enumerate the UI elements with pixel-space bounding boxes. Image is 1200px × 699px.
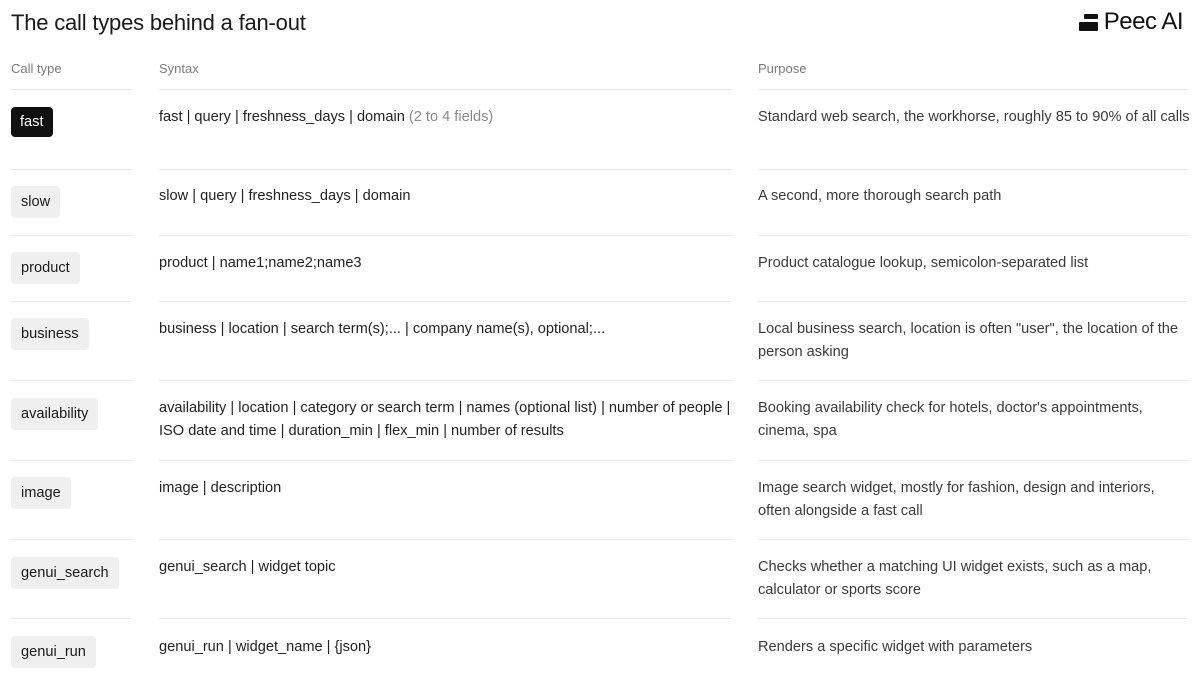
syntax-cell: genui_search | widget topic xyxy=(159,559,336,575)
header-syntax: Syntax xyxy=(159,61,199,76)
syntax-note: (2 to 4 fields) xyxy=(408,109,494,125)
purpose-cell: Standard web search, the workhorse, roug… xyxy=(758,109,1190,125)
call-type-badge: genui_search xyxy=(11,557,119,589)
call-type-badge: image xyxy=(11,477,71,509)
syntax-cell: slow | query | freshness_days | domain xyxy=(159,188,411,204)
call-type-badge: business xyxy=(11,318,89,350)
purpose-cell: Local business search, location is often… xyxy=(758,321,1179,360)
syntax-cell: product | name1;name2;name3 xyxy=(159,255,362,271)
syntax-cell: genui_run | widget_name | {json} xyxy=(159,639,372,655)
syntax-cell: availability | location | category or se… xyxy=(159,400,731,439)
purpose-cell: Checks whether a matching UI widget exis… xyxy=(758,559,1152,598)
syntax-cell: fast | query | freshness_days | domain (… xyxy=(159,106,734,129)
purpose-cell: Product catalogue lookup, semicolon-sepa… xyxy=(758,255,1089,271)
page-title: The call types behind a fan-out xyxy=(11,10,306,35)
purpose-cell: Renders a specific widget with parameter… xyxy=(758,639,1033,655)
syntax-text: fast | query | freshness_days | domain xyxy=(159,109,405,125)
purpose-cell: Image search widget, mostly for fashion,… xyxy=(758,480,1155,519)
call-type-badge: genui_run xyxy=(11,636,96,668)
peec-logo-icon xyxy=(1078,13,1098,32)
header-purpose: Purpose xyxy=(758,61,807,76)
purpose-cell: A second, more thorough search path xyxy=(758,188,1002,204)
purpose-cell: Booking availability check for hotels, d… xyxy=(758,400,1143,439)
brand-logo: Peec AI xyxy=(1078,8,1184,36)
call-type-badge: slow xyxy=(11,186,61,218)
syntax-cell: image | description xyxy=(159,480,282,496)
brand-name: Peec AI xyxy=(1103,8,1184,35)
syntax-cell: business | location | search term(s);...… xyxy=(159,321,606,337)
header-call-type: Call type xyxy=(11,61,62,76)
call-type-badge: availability xyxy=(11,398,99,430)
call-type-badge: fast xyxy=(11,107,53,137)
call-type-badge: product xyxy=(11,252,80,284)
